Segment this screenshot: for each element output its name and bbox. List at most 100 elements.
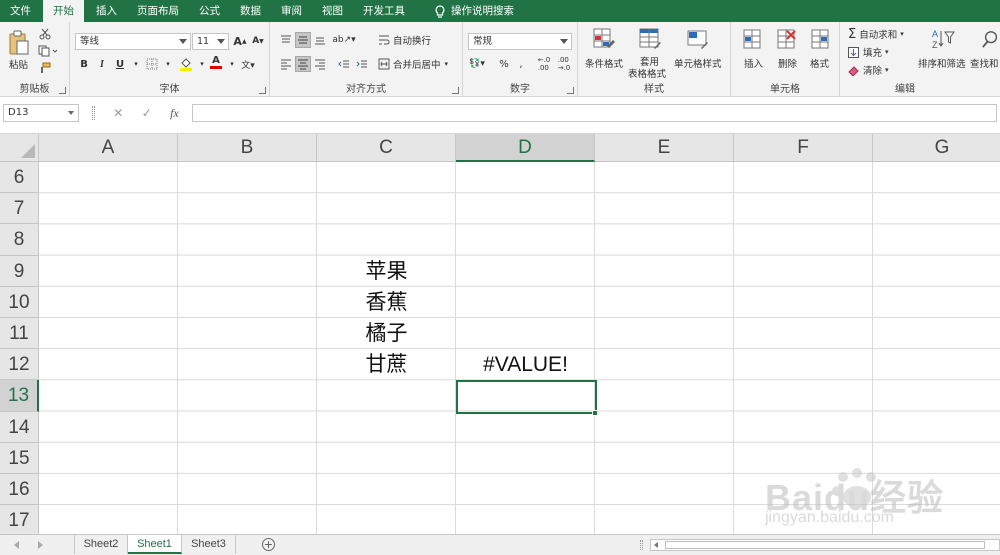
row-header-7[interactable]: 7 (0, 193, 39, 225)
sort-filter-button[interactable]: A Z (930, 27, 956, 51)
orientation-button[interactable]: ab↗▾ (332, 32, 355, 48)
formula-input[interactable] (192, 104, 997, 122)
comma-button[interactable]: , (513, 56, 529, 72)
merge-center-button[interactable]: 合并后居中 ▾ (378, 56, 448, 72)
row-header-12[interactable]: 12 (0, 349, 39, 381)
fill-handle[interactable] (592, 410, 598, 416)
format-painter-button[interactable] (38, 62, 52, 74)
align-right-button[interactable] (312, 56, 328, 72)
column-header-g[interactable]: G (873, 134, 1000, 162)
borders-button[interactable] (144, 56, 160, 72)
insert-cells-button[interactable] (739, 27, 765, 51)
menu-data[interactable]: 数据 (230, 0, 271, 22)
conditional-format-button[interactable] (592, 27, 616, 51)
align-top-button[interactable] (278, 32, 294, 48)
format-as-table-button[interactable] (638, 27, 662, 51)
column-header-a[interactable]: A (39, 134, 178, 162)
row-header-6[interactable]: 6 (0, 162, 39, 194)
row-header-11[interactable]: 11 (0, 318, 39, 350)
column-header-f[interactable]: F (734, 134, 873, 162)
menu-review[interactable]: 审阅 (271, 0, 312, 22)
number-format-combo[interactable]: 常规 (468, 33, 572, 50)
increase-decimal-button[interactable]: ←.0.00 (535, 56, 553, 72)
menu-file[interactable]: 文件 (0, 0, 41, 22)
sheet-tab-sheet3[interactable]: Sheet3 (182, 535, 236, 554)
column-header-e[interactable]: E (595, 134, 734, 162)
row-header-15[interactable]: 15 (0, 442, 39, 474)
sheet-tab-sheet1[interactable]: Sheet1 (128, 535, 182, 554)
horizontal-scrollbar[interactable] (650, 539, 1000, 551)
cell-c11[interactable]: 橘子 (317, 318, 456, 349)
menu-insert[interactable]: 插入 (86, 0, 127, 22)
grow-font-button[interactable]: A ▲ (232, 33, 248, 49)
row-header-13[interactable]: 13 (0, 380, 39, 412)
row-header-8[interactable]: 8 (0, 224, 39, 256)
prev-sheet-icon[interactable] (14, 541, 19, 549)
number-launcher[interactable] (567, 87, 574, 94)
paste-button[interactable] (6, 28, 32, 58)
copy-button[interactable] (38, 45, 58, 57)
row-header-17[interactable]: 17 (0, 505, 39, 534)
row-header-16[interactable]: 16 (0, 474, 39, 506)
align-left-button[interactable] (278, 56, 294, 72)
clear-button[interactable]: 清除 ▾ (848, 63, 889, 77)
select-all-button[interactable] (0, 134, 39, 162)
add-sheet-button[interactable]: + (262, 538, 275, 551)
formula-bar-splitter[interactable] (92, 106, 95, 120)
align-bottom-button[interactable] (312, 32, 328, 48)
cell-c9[interactable]: 苹果 (317, 256, 456, 287)
align-center-button[interactable] (295, 56, 311, 72)
menu-home[interactable]: 开始 (43, 0, 84, 22)
accounting-format-button[interactable]: 💱▾ (469, 56, 485, 72)
column-header-b[interactable]: B (178, 134, 317, 162)
format-cells-button[interactable] (807, 27, 833, 51)
row-header-9[interactable]: 9 (0, 255, 39, 287)
scrollbar-thumb[interactable] (665, 541, 985, 549)
cell-d12[interactable]: #VALUE! (456, 349, 595, 380)
column-header-c[interactable]: C (317, 134, 456, 162)
alignment-launcher[interactable] (452, 87, 459, 94)
font-color-button[interactable]: A (208, 54, 224, 70)
sheet-tab-sheet2[interactable]: Sheet2 (75, 535, 128, 554)
cell-styles-button[interactable] (686, 27, 710, 51)
wrap-text-button[interactable]: 自动换行 (378, 32, 431, 48)
cell-c10[interactable]: 香蕉 (317, 287, 456, 318)
phonetic-button[interactable]: 文▾ (240, 56, 256, 72)
font-launcher[interactable] (259, 87, 266, 94)
cell-c12[interactable]: 甘蔗 (317, 349, 456, 380)
italic-button[interactable]: I (94, 56, 110, 72)
decrease-indent-button[interactable] (336, 56, 352, 72)
clipboard-launcher[interactable] (59, 87, 66, 94)
font-name-combo[interactable]: 等线 (75, 33, 191, 50)
decrease-decimal-button[interactable]: .00 →.0 (555, 56, 573, 72)
delete-cells-button[interactable] (773, 27, 799, 51)
fill-button[interactable]: 填充 ▾ (848, 45, 889, 59)
scroll-left-icon[interactable] (654, 542, 658, 548)
name-box[interactable]: D13 (3, 104, 79, 122)
underline-button[interactable]: U (112, 56, 128, 72)
tab-splitter[interactable] (640, 540, 643, 550)
find-select-button[interactable] (982, 27, 1000, 51)
underline-dropdown[interactable]: ▾ (128, 56, 144, 72)
cancel-icon[interactable]: ✕ (113, 106, 123, 120)
row-header-14[interactable]: 14 (0, 411, 39, 443)
insert-function-icon[interactable]: fx (170, 106, 179, 121)
next-sheet-icon[interactable] (38, 541, 43, 549)
active-cell-outline[interactable] (456, 380, 597, 414)
percent-button[interactable]: % (496, 56, 512, 72)
enter-icon[interactable]: ✓ (142, 106, 152, 120)
font-color-dropdown[interactable]: ▾ (224, 56, 240, 72)
menu-formulas[interactable]: 公式 (189, 0, 230, 22)
bold-button[interactable]: B (76, 56, 92, 72)
fill-color-button[interactable] (178, 56, 194, 72)
cut-button[interactable] (38, 28, 52, 40)
increase-indent-button[interactable] (354, 56, 370, 72)
menu-developer[interactable]: 开发工具 (353, 0, 415, 22)
row-header-10[interactable]: 10 (0, 286, 39, 318)
menu-view[interactable]: 视图 (312, 0, 353, 22)
align-middle-button[interactable] (295, 32, 311, 48)
font-size-combo[interactable]: 11 (192, 33, 229, 50)
tell-me-search[interactable]: 操作说明搜索 (425, 0, 524, 22)
autosum-button[interactable]: Σ 自动求和 ▾ (848, 27, 904, 42)
borders-dropdown[interactable]: ▾ (160, 56, 176, 72)
